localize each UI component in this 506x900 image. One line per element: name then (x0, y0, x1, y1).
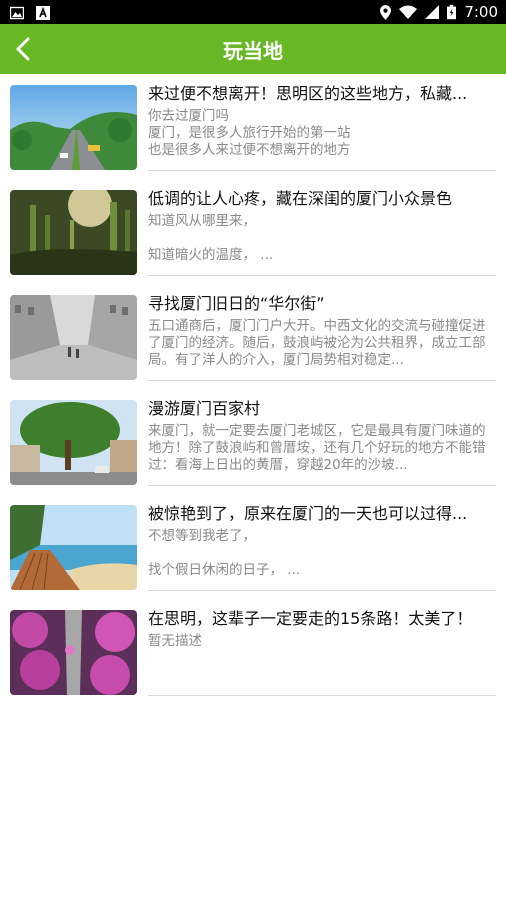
article-item[interactable]: 来过便不想离开！思明区的这些地方，私藏... 你去过厦门吗 厦门，是很多人旅行开… (0, 80, 506, 185)
image-notification-icon (9, 5, 25, 20)
app-bar: 玩当地 (0, 24, 506, 74)
article-title: 在思明，这辈子一定要走的15条路！太美了！ (148, 609, 473, 628)
article-item[interactable]: 在思明，这辈子一定要走的15条路！太美了！ 暂无描述 (0, 605, 506, 710)
article-title: 低调的让人心疼，藏在深闺的厦门小众景色 (148, 189, 453, 208)
article-thumbnail (10, 610, 137, 695)
article-title: 寻找厦门旧日的“华尔街” (148, 294, 325, 313)
text-notification-icon (36, 5, 50, 20)
article-thumbnail (10, 295, 137, 380)
article-description: 暂无描述 (148, 633, 202, 649)
article-title: 漫游厦门百家村 (148, 399, 261, 418)
article-list: 来过便不想离开！思明区的这些地方，私藏... 你去过厦门吗 厦门，是很多人旅行开… (0, 74, 506, 710)
article-description: 不想等到我老了， 找个假日休闲的日子， ... (148, 528, 301, 578)
article-description: 知道风从哪里来， 知道暗火的温度， ... (148, 213, 274, 263)
article-item[interactable]: 被惊艳到了，原来在厦门的一天也可以过得... 不想等到我老了， 找个假日休闲的日… (0, 500, 506, 605)
article-thumbnail (10, 190, 137, 275)
signal-icon (425, 5, 440, 19)
article-thumbnail (10, 505, 137, 590)
wifi-icon (399, 5, 418, 19)
article-item[interactable]: 寻找厦门旧日的“华尔街” 五口通商后，厦门门户大开。中西文化的交流与碰撞促进了厦… (0, 290, 506, 395)
back-button[interactable] (10, 35, 38, 63)
battery-icon (447, 4, 457, 20)
article-title: 被惊艳到了，原来在厦门的一天也可以过得... (148, 504, 468, 523)
chevron-left-icon (16, 37, 30, 61)
page-title: 玩当地 (223, 38, 283, 63)
article-thumbnail (10, 400, 137, 485)
status-bar: 7:00 (0, 0, 506, 24)
clock-time: 7:00 (464, 3, 498, 21)
article-title: 来过便不想离开！思明区的这些地方，私藏... (148, 84, 468, 103)
article-thumbnail (10, 85, 137, 170)
article-description: 你去过厦门吗 厦门，是很多人旅行开始的第一站 也是很多人来过便不想离开的地方 (148, 108, 351, 158)
article-item[interactable]: 漫游厦门百家村 来厦门，就一定要去厦门老城区，它是最具有厦门味道的地方！除了鼓浪… (0, 395, 506, 500)
location-icon (380, 4, 392, 20)
article-description: 来厦门，就一定要去厦门老城区，它是最具有厦门味道的地方！除了鼓浪屿和曾厝垵，还有… (148, 423, 486, 473)
article-item[interactable]: 低调的让人心疼，藏在深闺的厦门小众景色 知道风从哪里来， 知道暗火的温度， ..… (0, 185, 506, 290)
article-description: 五口通商后，厦门门户大开。中西文化的交流与碰撞促进了厦门的经济。随后，鼓浪屿被沦… (148, 318, 486, 368)
